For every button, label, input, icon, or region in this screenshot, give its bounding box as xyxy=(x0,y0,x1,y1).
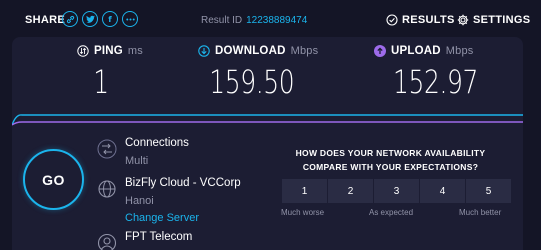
check-circle-icon xyxy=(386,14,398,26)
settings-button[interactable]: SETTINGS xyxy=(457,14,530,26)
settings-label: SETTINGS xyxy=(473,14,531,26)
twitter-icon[interactable] xyxy=(82,11,98,27)
download-value: 159.50 xyxy=(209,63,295,101)
ping-metric: PING ms 1 xyxy=(77,45,157,101)
results-button[interactable]: RESULTS xyxy=(386,14,455,26)
result-id-label: Result ID xyxy=(201,15,243,26)
results-label: RESULTS xyxy=(402,14,455,26)
scale-mid-label: As expected xyxy=(369,208,414,217)
upload-metric: UPLOAD Mbps 152.97 xyxy=(374,45,514,101)
result-id: Result ID 12238889474 xyxy=(201,15,307,26)
globe-icon xyxy=(98,180,116,198)
download-metric: DOWNLOAD Mbps 159.50 xyxy=(198,45,338,101)
download-header: DOWNLOAD Mbps xyxy=(198,45,338,57)
provider-name: FPT Telecom xyxy=(125,231,193,243)
gear-icon xyxy=(457,14,469,26)
results-panel: PING ms 1 DOWNLOAD Mbps 159.50 UPLOAD Mb… xyxy=(12,37,523,250)
ping-header: PING ms xyxy=(77,45,157,57)
ping-unit: ms xyxy=(127,45,143,57)
download-graph-line xyxy=(12,114,523,126)
share-label: SHARE xyxy=(25,14,66,26)
connections-icon xyxy=(97,139,117,159)
ping-value: 1 xyxy=(93,63,109,101)
connections-mode[interactable]: Multi xyxy=(125,155,148,167)
download-arrow-icon xyxy=(198,45,210,57)
rating-option-2[interactable]: 2 xyxy=(328,179,373,203)
rating-option-3[interactable]: 3 xyxy=(374,179,419,203)
go-button[interactable]: GO xyxy=(23,149,84,210)
server-name: BizFly Cloud - VCCorp xyxy=(125,177,241,189)
ping-icon xyxy=(77,45,89,57)
upload-unit: Mbps xyxy=(445,45,474,57)
rating-option-1[interactable]: 1 xyxy=(282,179,327,203)
upload-label: UPLOAD xyxy=(391,45,441,57)
server-location: Hanoi xyxy=(125,195,154,207)
upload-arrow-icon xyxy=(374,45,386,57)
change-server-link[interactable]: Change Server xyxy=(125,212,199,224)
download-label: DOWNLOAD xyxy=(215,45,286,57)
facebook-icon[interactable]: f xyxy=(102,11,118,27)
upload-header: UPLOAD Mbps xyxy=(374,45,514,57)
link-icon[interactable] xyxy=(62,11,78,27)
result-id-link[interactable]: 12238889474 xyxy=(246,15,307,26)
upload-value: 152.97 xyxy=(393,63,478,101)
top-bar: SHARE f Result ID 12238889474 RESULTS SET… xyxy=(0,0,541,38)
download-unit: Mbps xyxy=(290,45,319,57)
rating-option-4[interactable]: 4 xyxy=(420,179,465,203)
rating-option-5[interactable]: 5 xyxy=(466,179,511,203)
connections-title: Connections xyxy=(125,137,189,149)
scale-high-label: Much better xyxy=(459,208,502,217)
upload-graph-line xyxy=(12,121,523,126)
scale-low-label: Much worse xyxy=(281,208,325,217)
rating-scale: 1 2 3 4 5 xyxy=(282,179,511,203)
more-icon[interactable] xyxy=(122,11,138,27)
ping-label: PING xyxy=(94,45,123,57)
survey-question: HOW DOES YOUR NETWORK AVAILABILITY COMPA… xyxy=(295,148,486,172)
speed-graph xyxy=(12,114,523,126)
user-icon xyxy=(97,233,117,250)
share-icons: f xyxy=(62,11,138,27)
